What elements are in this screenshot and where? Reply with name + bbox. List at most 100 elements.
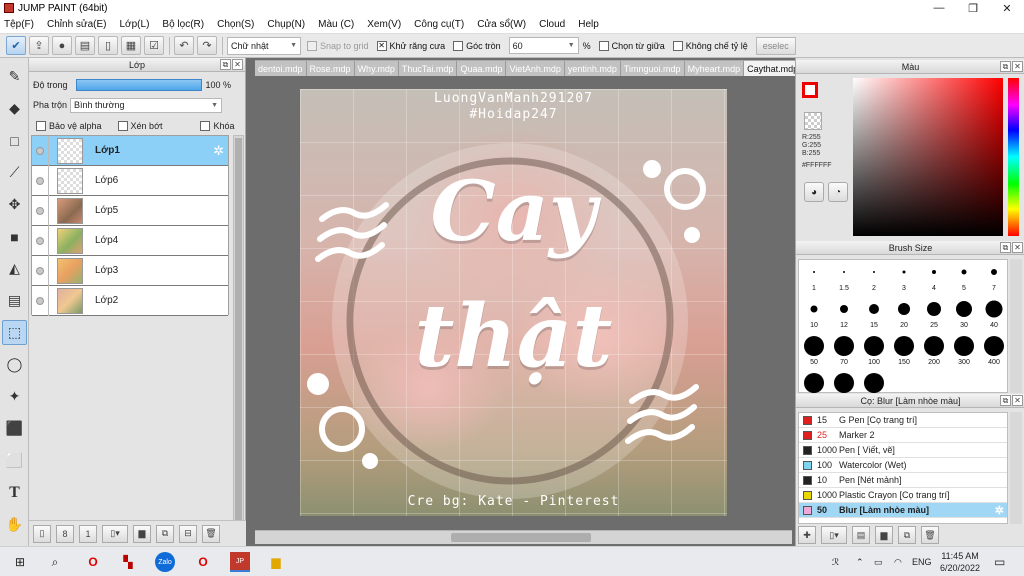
doc-tab[interactable]: dentoi.mdp: [255, 61, 307, 76]
new-1bit-layer-icon[interactable]: 1: [79, 524, 97, 543]
menu-capture[interactable]: Chụp(N): [267, 19, 305, 30]
hand-tool-icon[interactable]: ✋: [2, 512, 27, 537]
scroll-thumb[interactable]: [451, 533, 591, 542]
line-tool-icon[interactable]: ⟋: [2, 160, 27, 185]
export-icon[interactable]: ⇪: [29, 36, 49, 55]
opacity-slider[interactable]: [75, 79, 202, 91]
brush-size-cell[interactable]: 12: [829, 297, 859, 333]
brush-size-cell[interactable]: 3: [889, 260, 919, 296]
float-icon[interactable]: ⧉: [1000, 242, 1011, 253]
float-icon[interactable]: ⧉: [1000, 395, 1011, 406]
text-tool-icon[interactable]: T: [2, 480, 27, 505]
doc-tab[interactable]: Rose.mdp: [306, 61, 355, 76]
close-icon[interactable]: ✕: [1012, 61, 1023, 72]
doc-tab[interactable]: Why.mdp: [354, 61, 399, 76]
layout-icon[interactable]: ▦: [121, 36, 141, 55]
menu-layer[interactable]: Lớp(L): [120, 19, 150, 30]
brush-item[interactable]: 1000 Pen [ Viết, vẽ]: [799, 443, 1007, 458]
trash-icon[interactable]: 🗑: [202, 524, 220, 543]
brush-size-cell[interactable]: 10: [799, 297, 829, 333]
merge-layer-icon[interactable]: ⊟: [179, 524, 197, 543]
rect-select-tool-icon[interactable]: ⬚: [2, 320, 27, 345]
brush-size-cell[interactable]: 300: [949, 334, 979, 370]
visibility-icon[interactable]: [36, 206, 44, 215]
brush-add-icon[interactable]: ✚: [798, 526, 816, 544]
snap-to-grid-checkbox[interactable]: Snap to grid: [307, 40, 369, 51]
hue-slider[interactable]: [1008, 78, 1019, 236]
saturation-value-picker[interactable]: [853, 78, 1003, 236]
rounded-corner-checkbox[interactable]: Góc tròn: [453, 40, 501, 51]
brush-size-cell[interactable]: 40: [979, 297, 1009, 333]
select-pen-tool-icon[interactable]: ⬛: [2, 416, 27, 441]
menu-edit[interactable]: Chỉnh sửa(E): [47, 19, 107, 30]
opera-icon[interactable]: O: [83, 552, 103, 572]
message-icon[interactable]: ▤: [75, 36, 95, 55]
gear-icon[interactable]: ✲: [213, 143, 224, 159]
notification-icon[interactable]: ▭: [994, 547, 1005, 576]
menu-tools[interactable]: Công cụ(T): [414, 19, 464, 30]
brush-settings-icon[interactable]: ▤: [852, 526, 870, 544]
menu-view[interactable]: Xem(V): [367, 19, 401, 30]
brush-menu-icon[interactable]: ▯▾: [821, 526, 847, 544]
redo-icon[interactable]: ↷: [197, 36, 217, 55]
minimize-button[interactable]: —: [922, 0, 956, 16]
folder-icon[interactable]: ▆: [133, 524, 151, 543]
checklist-icon[interactable]: ☑: [144, 36, 164, 55]
antialias-checkbox[interactable]: ✕ Khử răng cưa: [376, 40, 445, 51]
menu-help[interactable]: Help: [578, 19, 599, 30]
rounded-value-input[interactable]: 60 ▼: [508, 37, 579, 54]
chevron-up-icon[interactable]: ⌃: [856, 547, 864, 576]
brush-item[interactable]: 10 Pen [Nét mảnh]: [799, 473, 1007, 488]
lasso-tool-icon[interactable]: ◯: [2, 352, 27, 377]
bucket-tool-icon[interactable]: ◭: [2, 256, 27, 281]
menu-select[interactable]: Chọn(S): [217, 19, 254, 30]
brush-item[interactable]: 1000 Plastic Crayon [Cọ trang trí]: [799, 488, 1007, 503]
menu-file[interactable]: Tệp(F): [4, 19, 34, 30]
brush-item[interactable]: 15 G Pen [Cọ trang trí]: [799, 413, 1007, 428]
brush-size-cell[interactable]: 1.5: [829, 260, 859, 296]
protect-alpha-checkbox[interactable]: [36, 121, 46, 131]
brush-size-cell[interactable]: 200: [919, 334, 949, 370]
move-tool-icon[interactable]: ✥: [2, 192, 27, 217]
clock[interactable]: 11:45 AM 6/20/2022: [940, 547, 980, 576]
layer-row[interactable]: Lớp2: [32, 285, 228, 316]
canvas-scrollbar[interactable]: [255, 530, 792, 544]
opera-gx-icon[interactable]: O: [193, 552, 213, 572]
doc-tab[interactable]: Quaa.mdp: [457, 61, 507, 76]
layer-row[interactable]: Lớp4: [32, 225, 228, 256]
brush-size-cell[interactable]: 15: [859, 297, 889, 333]
visibility-icon[interactable]: [36, 236, 44, 245]
brush-folder-icon[interactable]: ▆: [875, 526, 893, 544]
brush-size-cell[interactable]: 5: [949, 260, 979, 296]
shape-tool-icon[interactable]: □: [2, 128, 27, 153]
lock-checkbox[interactable]: [200, 121, 211, 131]
undo-icon[interactable]: ↶: [174, 36, 194, 55]
artwork-canvas[interactable]: LuongVanManh291207 #Hoidap247 Cay thật C…: [300, 89, 727, 516]
comment-icon[interactable]: ●: [52, 36, 72, 55]
duplicate-layer-icon[interactable]: ⧉: [156, 524, 174, 543]
palette-edit-icon[interactable]: ◔: [828, 182, 848, 202]
add-layer-menu-icon[interactable]: ▯▾: [102, 524, 128, 543]
scroll-thumb[interactable]: [235, 138, 242, 568]
brush-size-cell[interactable]: 400: [979, 334, 1009, 370]
brush-size-cell[interactable]: 100: [859, 334, 889, 370]
gear-icon[interactable]: ✲: [995, 504, 1004, 517]
app-grid-icon[interactable]: ▚: [118, 552, 138, 572]
magic-wand-tool-icon[interactable]: ✦: [2, 384, 27, 409]
new-8bit-layer-icon[interactable]: 8: [56, 524, 74, 543]
pen-tool-icon[interactable]: ✎: [2, 64, 27, 89]
language-indicator[interactable]: ENG: [912, 547, 932, 576]
visibility-icon[interactable]: [36, 176, 44, 185]
canvas-area[interactable]: LuongVanManh291207 #Hoidap247 Cay thật C…: [248, 76, 795, 530]
wifi-icon[interactable]: ◠: [894, 547, 902, 576]
brush-size-cell[interactable]: 20: [889, 297, 919, 333]
brush-size-scrollbar[interactable]: [1010, 259, 1022, 393]
people-icon[interactable]: ℛ: [832, 547, 839, 576]
brush-list-scrollbar[interactable]: [1010, 412, 1022, 524]
select-eraser-tool-icon[interactable]: ⬜: [2, 448, 27, 473]
cloud-sync-icon[interactable]: ✔: [6, 36, 26, 55]
palette-icon[interactable]: ◕: [804, 182, 824, 202]
menu-cloud[interactable]: Cloud: [539, 19, 565, 30]
brush-size-cell[interactable]: 70: [829, 334, 859, 370]
brush-duplicate-icon[interactable]: ⧉: [898, 526, 916, 544]
